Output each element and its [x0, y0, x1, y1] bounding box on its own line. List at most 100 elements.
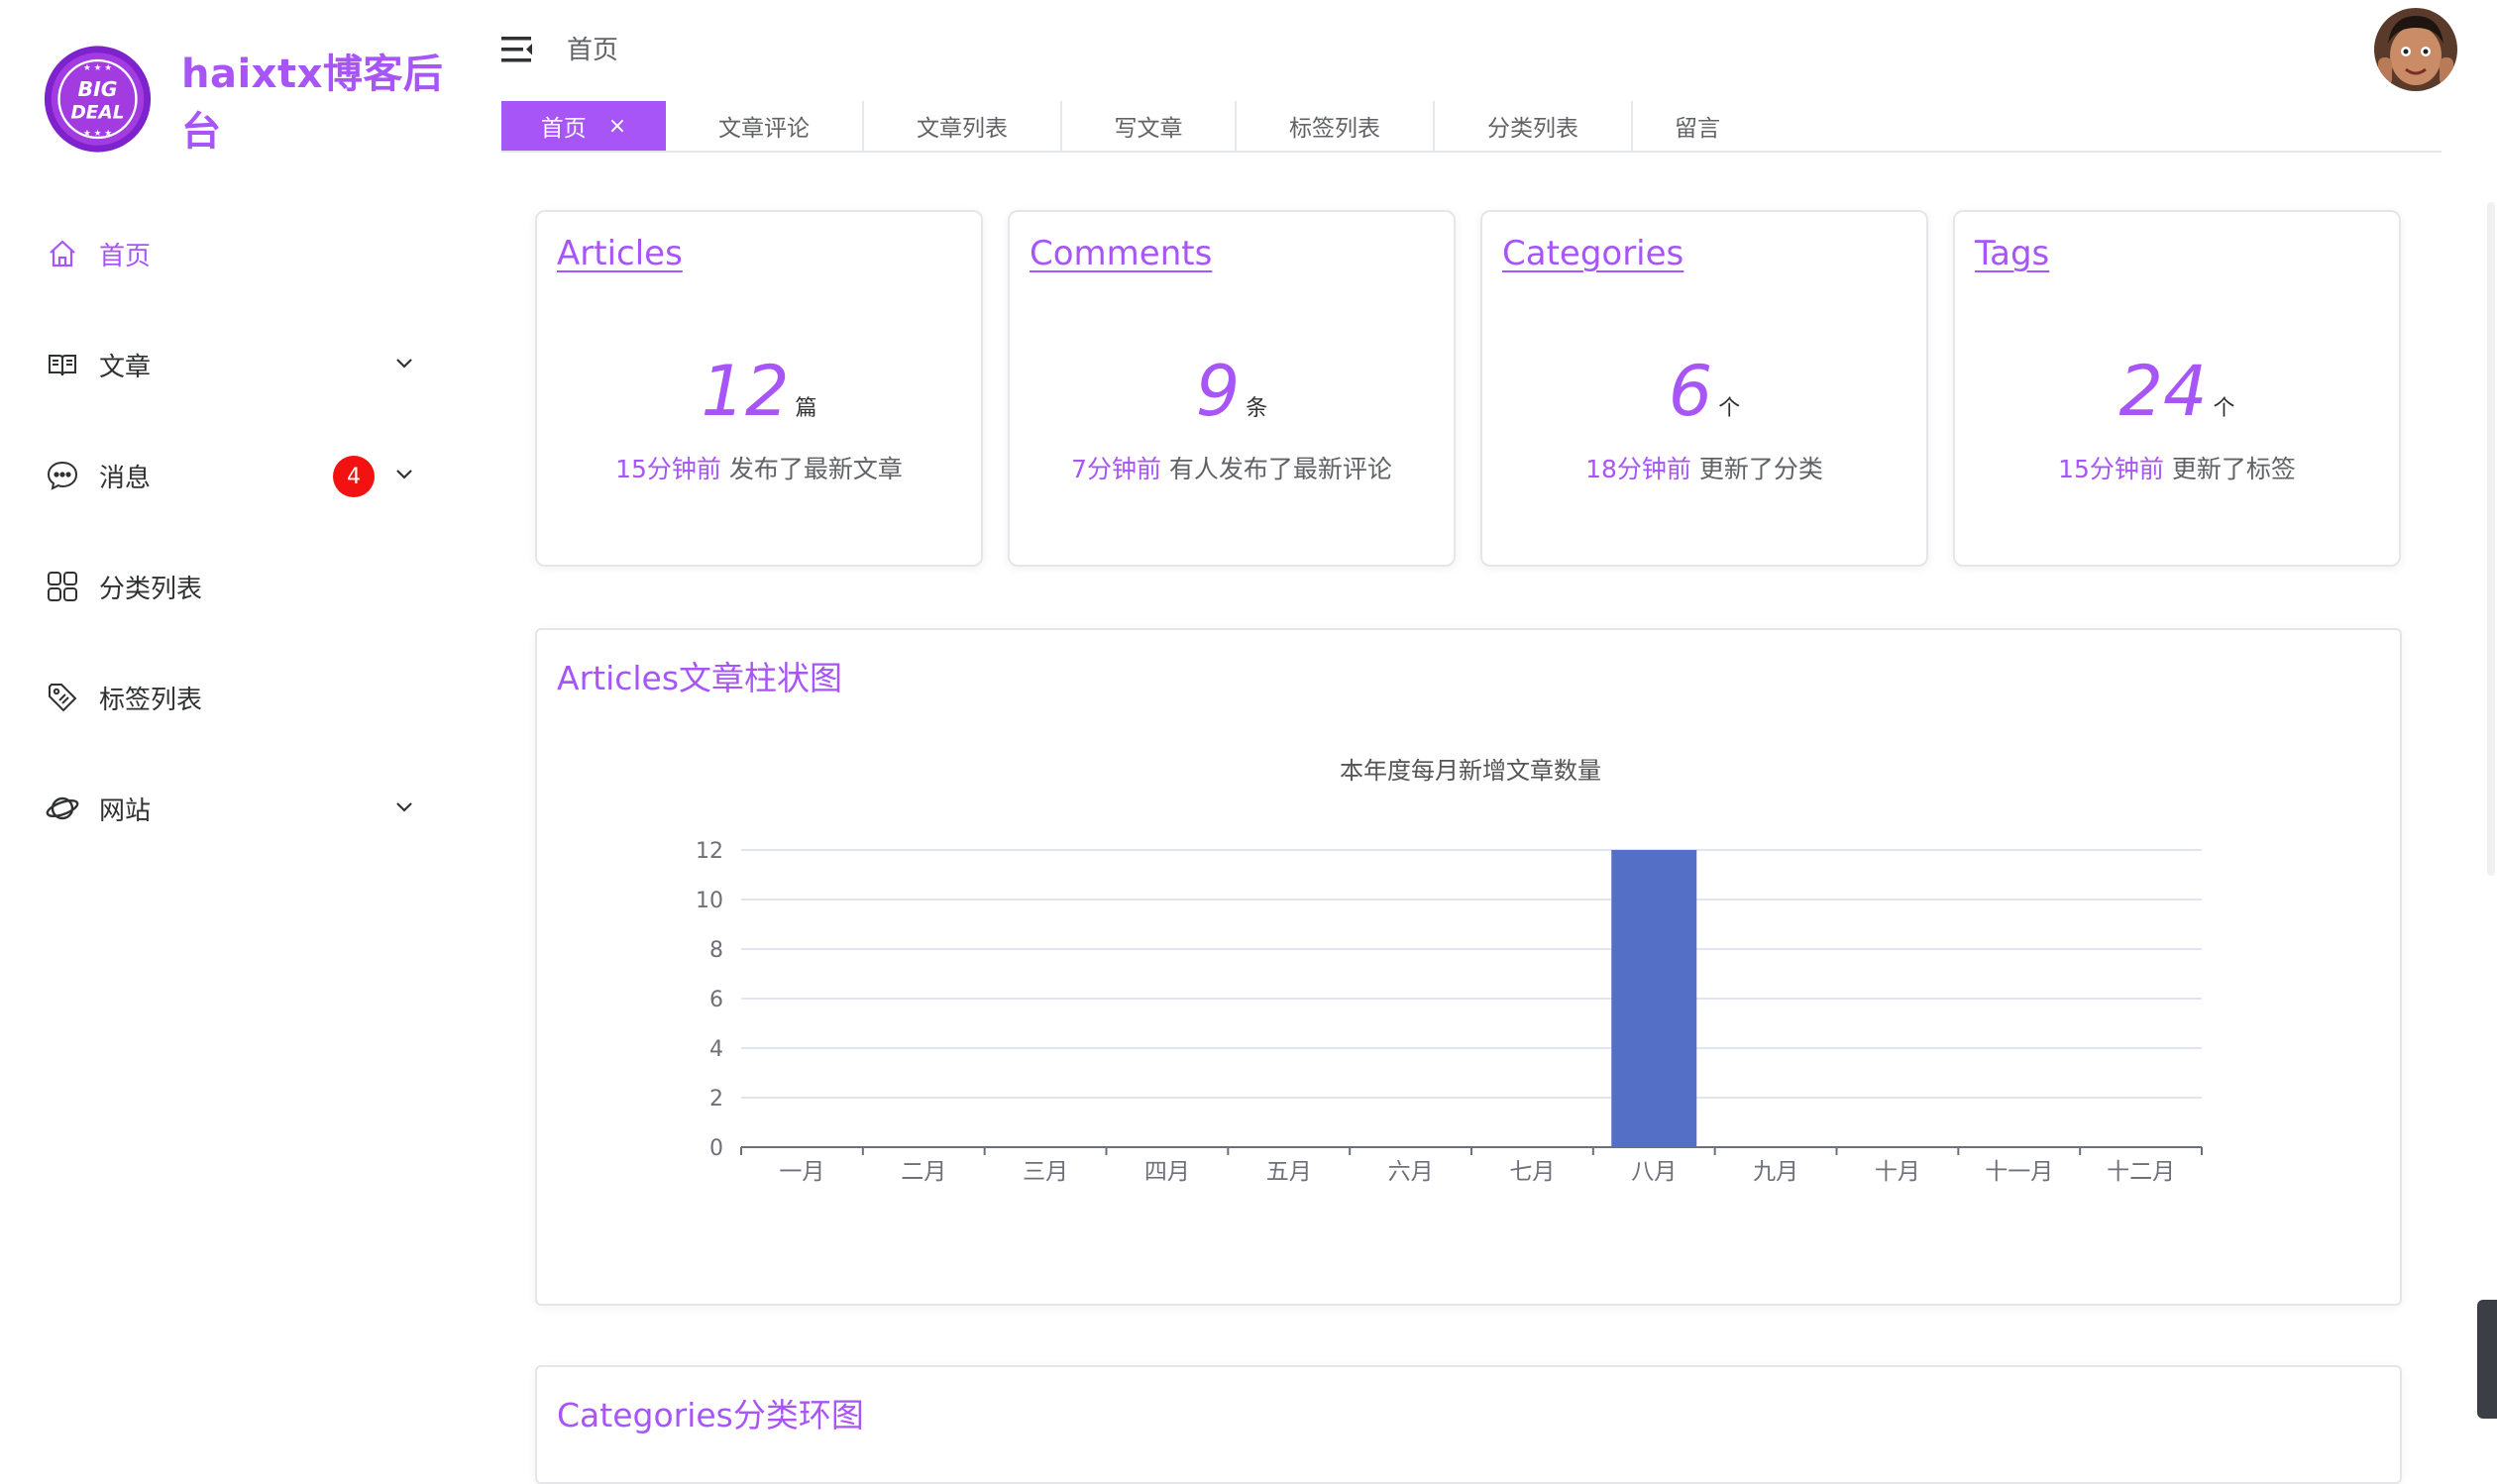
- tab-write-article[interactable]: 写文章: [1062, 101, 1237, 151]
- card-unit: 篇: [795, 396, 817, 421]
- scrollbar-thumb[interactable]: [2487, 202, 2495, 876]
- chevron-down-icon[interactable]: [394, 353, 414, 372]
- tab-label: 文章列表: [917, 116, 1008, 142]
- brand-title: haixtx博客后台: [181, 52, 444, 155]
- chart-title: 本年度每月新增文章数量: [1340, 757, 1601, 785]
- x-tick-label: 十二月: [2107, 1159, 2175, 1185]
- panel-title: Categories分类环图: [557, 1396, 864, 1434]
- card-value: 12: [701, 351, 790, 432]
- planet-icon: [46, 792, 79, 825]
- y-tick-label: 0: [709, 1136, 723, 1161]
- logo-line-2: DEAL: [70, 102, 124, 123]
- card-title[interactable]: Tags: [1975, 234, 2049, 273]
- tab-article-comments[interactable]: 文章评论: [666, 101, 864, 151]
- tab-label: 写文章: [1114, 116, 1183, 142]
- card-value: 9: [1195, 351, 1241, 432]
- sidebar-item-articles[interactable]: 文章: [0, 309, 476, 420]
- logo-line-1: BIG: [78, 77, 118, 101]
- brand[interactable]: ★ ★ ★ ★ ★ ★ BIG DEAL haixtx博客后台: [42, 38, 476, 160]
- tabs-bar: 首页 × 文章评论 文章列表 写文章 标签列表 分类列表 留言: [501, 101, 2442, 153]
- card-desc: 更新了标签: [2171, 455, 2296, 483]
- sidebar: ★ ★ ★ ★ ★ ★ BIG DEAL haixtx博客后台 首页 文章 消息: [0, 0, 476, 1452]
- sidebar-item-home[interactable]: 首页: [0, 198, 476, 309]
- sidebar-item-tags[interactable]: 标签列表: [0, 642, 476, 753]
- tab-messages[interactable]: 留言: [1633, 101, 1762, 151]
- tab-category-list[interactable]: 分类列表: [1435, 101, 1633, 151]
- card-desc: 发布了最新文章: [728, 455, 903, 483]
- bar: [1611, 850, 1697, 1147]
- page-scrollbar[interactable]: [2485, 99, 2497, 1452]
- articles-bar-chart: 本年度每月新增文章数量 0 2 4 6 8 10 12 一月 二月 三月 四月 五月 六月 七月 八月 九月 十…: [696, 757, 2203, 1185]
- sidebar-menu: 首页 文章 消息 4 分类列表 标签列表 网站: [0, 198, 476, 864]
- card-value: 24: [2118, 351, 2208, 432]
- y-tick-label: 2: [709, 1087, 723, 1112]
- tab-tag-list[interactable]: 标签列表: [1237, 101, 1435, 151]
- card-time: 7分钟前: [1071, 455, 1161, 483]
- stat-card-tags: Tags 24 个 15分钟前 更新了标签: [1953, 210, 2401, 567]
- stat-card-articles: Articles 12 篇 15分钟前 发布了最新文章: [535, 210, 983, 567]
- sidebar-item-label: 标签列表: [99, 685, 203, 715]
- card-desc: 有人发布了最新评论: [1168, 455, 1392, 483]
- tab-article-list[interactable]: 文章列表: [864, 101, 1062, 151]
- tab-label: 文章评论: [718, 116, 810, 142]
- card-time: 15分钟前: [615, 455, 721, 483]
- x-tick-label: 四月: [1144, 1159, 1190, 1185]
- sidebar-item-label: 网站: [99, 795, 152, 826]
- tag-icon: [46, 681, 79, 714]
- side-widget[interactable]: [2477, 1300, 2497, 1419]
- grid-icon: [46, 570, 79, 603]
- chevron-down-icon[interactable]: [394, 464, 414, 483]
- categories-ring-panel: Categories分类环图: [535, 1365, 2402, 1484]
- card-title[interactable]: Categories: [1502, 234, 1683, 273]
- tab-label: 分类列表: [1487, 116, 1578, 142]
- tab-home[interactable]: 首页 ×: [501, 101, 666, 151]
- avatar[interactable]: [2374, 8, 2457, 91]
- stat-card-categories: Categories 6个 18分钟前 更新了分类: [1480, 210, 1928, 567]
- unread-badge: 4: [333, 456, 375, 497]
- book-icon: [46, 348, 79, 381]
- y-tick-label: 4: [709, 1037, 723, 1062]
- stat-card-comments: Comments 9条 7分钟前 有人发布了最新评论: [1008, 210, 1456, 567]
- menu-toggle-icon[interactable]: [501, 36, 533, 63]
- x-tick-label: 二月: [901, 1159, 946, 1185]
- home-icon: [46, 237, 79, 270]
- svg-text:★ ★ ★: ★ ★ ★: [83, 63, 112, 73]
- card-value: 6: [1668, 351, 1713, 432]
- sidebar-item-label: 首页: [99, 241, 152, 271]
- x-tick-label: 三月: [1023, 1159, 1068, 1185]
- y-tick-label: 10: [696, 889, 723, 913]
- x-tick-label: 九月: [1753, 1159, 1798, 1185]
- y-tick-label: 12: [696, 839, 723, 864]
- chat-icon: [46, 459, 79, 492]
- sidebar-item-label: 文章: [99, 352, 152, 382]
- breadcrumb[interactable]: 首页: [567, 30, 618, 66]
- sidebar-item-messages[interactable]: 消息 4: [0, 420, 476, 531]
- sidebar-item-label: 消息: [99, 463, 152, 493]
- x-tick-label: 十一月: [1985, 1159, 2053, 1185]
- y-tick-label: 8: [709, 938, 723, 963]
- x-tick-label: 五月: [1266, 1159, 1312, 1185]
- y-tick-label: 6: [709, 988, 723, 1012]
- x-tick-label: 七月: [1509, 1159, 1555, 1185]
- articles-bar-panel: Articles文章柱状图 本年度每月新增文章数量 0 2 4 6 8 10 12 一月 二月三…: [535, 628, 2402, 1306]
- chevron-down-icon[interactable]: [394, 796, 414, 816]
- logo-badge-icon: ★ ★ ★ ★ ★ ★ BIG DEAL: [44, 46, 152, 153]
- close-icon[interactable]: ×: [608, 114, 626, 139]
- top-header: 首页: [476, 0, 2497, 99]
- sidebar-item-website[interactable]: 网站: [0, 753, 476, 864]
- card-unit: 个: [2213, 396, 2235, 421]
- x-tick-label: 六月: [1388, 1159, 1434, 1185]
- sidebar-item-categories[interactable]: 分类列表: [0, 531, 476, 642]
- tab-label: 首页: [540, 116, 587, 142]
- card-time: 18分钟前: [1585, 455, 1691, 483]
- x-tick-label: 十月: [1875, 1159, 1920, 1185]
- svg-text:★ ★ ★: ★ ★ ★: [83, 129, 112, 139]
- card-title[interactable]: Articles: [557, 234, 683, 273]
- card-title[interactable]: Comments: [1030, 234, 1212, 273]
- card-desc: 更新了分类: [1698, 455, 1823, 483]
- tab-label: 留言: [1675, 116, 1720, 142]
- sidebar-item-label: 分类列表: [99, 574, 203, 604]
- x-tick-label: 一月: [779, 1159, 824, 1185]
- card-time: 15分钟前: [2058, 455, 2164, 483]
- tab-label: 标签列表: [1289, 116, 1380, 142]
